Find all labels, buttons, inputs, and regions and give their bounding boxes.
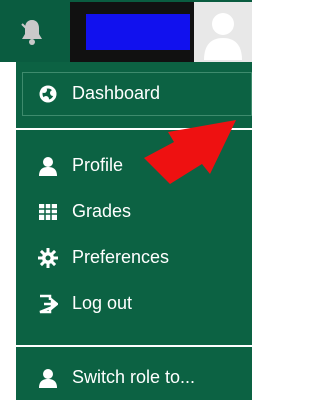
menu-item-preferences[interactable]: Preferences bbox=[16, 236, 252, 282]
grades-icon bbox=[39, 204, 57, 220]
menu-item-label: Log out bbox=[72, 293, 133, 313]
gear-icon bbox=[38, 248, 58, 268]
dashboard-icon bbox=[39, 85, 57, 103]
menu-item-grades[interactable]: Grades bbox=[16, 190, 252, 236]
logout-icon bbox=[39, 294, 58, 314]
bell-icon[interactable] bbox=[18, 16, 46, 48]
user-avatar-icon[interactable] bbox=[194, 2, 252, 64]
red-arrow-annotation bbox=[144, 120, 236, 184]
menu-item-label: Profile bbox=[72, 155, 124, 175]
menu-item-switch-role[interactable]: Switch role to... bbox=[16, 356, 252, 402]
menu-divider bbox=[16, 345, 252, 347]
user-icon bbox=[39, 157, 57, 176]
menu-item-label: Preferences bbox=[72, 247, 170, 267]
top-bar bbox=[0, 0, 252, 64]
redacted-username bbox=[86, 14, 190, 50]
menu-item-label: Grades bbox=[72, 201, 132, 221]
menu-item-dashboard[interactable]: Dashboard bbox=[16, 72, 252, 118]
user-menu-toggle[interactable] bbox=[70, 2, 252, 64]
menu-item-label: Dashboard bbox=[72, 83, 161, 103]
user-icon bbox=[39, 369, 57, 388]
user-dropdown-menu: Dashboard Profile Grades Preferences Log… bbox=[16, 62, 252, 400]
menu-item-logout[interactable]: Log out bbox=[16, 282, 252, 328]
menu-item-label: Switch role to... bbox=[72, 367, 196, 387]
